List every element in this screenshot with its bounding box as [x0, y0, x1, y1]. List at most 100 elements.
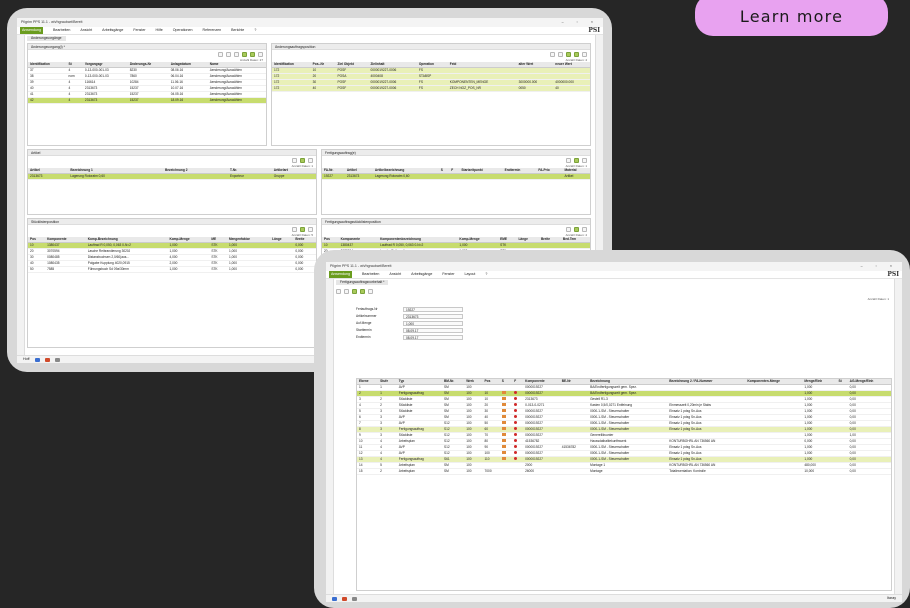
status-flag-icon: [501, 427, 506, 430]
table-cell: Montage: [588, 468, 668, 475]
table-cell: STK: [209, 266, 227, 273]
form-field[interactable]: 08.09.17: [403, 335, 463, 340]
menu-icon[interactable]: [582, 51, 587, 57]
table-cell: [449, 173, 460, 180]
menu-item[interactable]: Arbeitsgänge: [102, 28, 123, 33]
left-dock-strip[interactable]: [326, 279, 334, 594]
grid-icon[interactable]: [566, 51, 571, 57]
status-app-icon[interactable]: [34, 357, 40, 362]
table-cell: 0,000: [293, 266, 316, 273]
refresh-icon[interactable]: [292, 226, 297, 232]
menu-icon[interactable]: [582, 226, 587, 232]
check-icon[interactable]: [360, 288, 365, 294]
menu-item[interactable]: Anwendung: [20, 27, 43, 34]
window-title: Pilgrim PPS 11.1 - wh/hgraubart/Bereit: [330, 264, 392, 268]
menu-icon[interactable]: [308, 157, 313, 163]
panel-toolbar: [28, 156, 316, 164]
menu-item[interactable]: Ansicht: [80, 28, 92, 33]
learn-more-button[interactable]: Learn more: [695, 0, 888, 36]
panel-bom-positions: Stücklistenposition Anzahl Daten: 5 Pos K…: [27, 218, 317, 348]
table-cell: 40: [553, 85, 590, 92]
table-cell: 0000019227-0006: [368, 85, 417, 92]
back-icon[interactable]: [336, 288, 341, 294]
window-titlebar: Pilgrim PPS 11.1 - wh/hgraubart/Bereit –…: [326, 262, 902, 271]
window-controls-icon[interactable]: – ▫ ×: [861, 264, 898, 269]
table-cell: ZECH NOZ_POS_NR: [447, 85, 517, 92]
panel-article: Artikel Anzahl Daten: 1 Artikel Bezeichnu…: [27, 149, 317, 215]
form-field[interactable]: 2313673: [403, 314, 463, 319]
menu-icon[interactable]: [258, 51, 263, 57]
status-app-icon[interactable]: [44, 357, 50, 362]
refresh-icon[interactable]: [566, 226, 571, 232]
menu-item[interactable]: ?: [254, 28, 256, 33]
copy-icon[interactable]: [558, 51, 563, 57]
table-row[interactable]: 15 2 Arbeitsplan SM 100 7000 26000 Montage Total…: [357, 468, 891, 475]
table-cell: 10,000: [802, 468, 837, 475]
menu-item[interactable]: ?: [485, 272, 487, 277]
menu-item[interactable]: Layout: [465, 272, 476, 277]
form-field[interactable]: 08.09.17: [403, 328, 463, 333]
menu-item[interactable]: Ansicht: [389, 272, 401, 277]
grid-icon[interactable]: [574, 226, 579, 232]
status-app-icon[interactable]: [352, 596, 357, 601]
table-cell: 100: [464, 468, 483, 475]
status-app-icon[interactable]: [342, 596, 347, 601]
grid-icon[interactable]: [352, 288, 357, 294]
table-cell: [502, 173, 537, 180]
document-tab[interactable]: Fertigungsauftragsvorbehalt *: [336, 280, 389, 285]
table-cell: 2313673: [28, 173, 69, 180]
table-row[interactable]: 50 7585 Führungsbuch Sd 09a/30mm 1,000 STK 1,…: [28, 266, 316, 273]
status-dot-icon: [514, 445, 518, 448]
form-field[interactable]: 1,000: [403, 321, 463, 326]
menu-item[interactable]: Berichte: [231, 28, 244, 33]
form-label: Artikelnummer: [356, 314, 377, 318]
production-order-table: FA-Nr. Artikel Artikelbezeichnung S F Startze…: [322, 168, 590, 180]
grid-icon[interactable]: [300, 226, 305, 232]
grid-icon[interactable]: [300, 157, 305, 163]
status-app-icon[interactable]: [332, 596, 337, 601]
menu-item[interactable]: Referenzen: [203, 28, 222, 33]
menu-item[interactable]: Fenster: [133, 28, 145, 33]
refresh-icon[interactable]: [218, 51, 223, 57]
copy-icon[interactable]: [226, 51, 231, 57]
menu-item[interactable]: Fenster: [442, 272, 454, 277]
table-row[interactable]: 172 40 POSF 0000019227-0006 FS ZECH NOZ_POS_N…: [272, 85, 590, 92]
menu-item[interactable]: Bearbeiten: [53, 28, 70, 33]
refresh-icon[interactable]: [550, 51, 555, 57]
table-row[interactable]: 2313673 Lagerung Rotoratm 0,60 Exporteur Gr…: [28, 173, 316, 180]
record-count: Anzahl Daten: 1: [867, 297, 889, 301]
window-titlebar: Pilgrim PPS 11.1 - wh/hgraubart/Bereit –…: [17, 18, 603, 27]
menu-icon[interactable]: [368, 288, 373, 294]
table-cell: Führungsbuch Sd 09a/30mm: [85, 266, 168, 273]
grid-icon[interactable]: [574, 157, 579, 163]
learn-more-label: Learn more: [739, 7, 844, 26]
check-icon[interactable]: [574, 51, 579, 57]
table-row[interactable]: 19227 2313673 Lagerung Rotoratm 0,60 Artike…: [322, 173, 590, 180]
right-dock-strip[interactable]: [894, 279, 902, 594]
window-controls-icon[interactable]: – ▫ ×: [562, 20, 599, 25]
table-row[interactable]: 42 4 2313673 15237 18.09.16 Aenderung/Auswähl…: [28, 97, 266, 104]
filter-icon[interactable]: [234, 51, 239, 57]
menu-item[interactable]: Anwendung: [329, 271, 352, 278]
status-flag-icon: [501, 409, 506, 412]
menu-icon[interactable]: [308, 226, 313, 232]
check-icon[interactable]: [250, 51, 255, 57]
refresh-icon[interactable]: [292, 157, 297, 163]
panel-toolbar: [322, 225, 590, 233]
table-cell: 172: [272, 85, 311, 92]
form-field[interactable]: 19227: [403, 307, 463, 312]
status-dot-icon: [514, 439, 518, 442]
menu-icon[interactable]: [582, 157, 587, 163]
refresh-icon[interactable]: [344, 288, 349, 294]
menu-item[interactable]: Bearbeiten: [362, 272, 379, 277]
grid-icon[interactable]: [242, 51, 247, 57]
left-dock-strip[interactable]: [17, 35, 25, 355]
form-label: Endtermin: [356, 335, 371, 339]
menu-item[interactable]: Operationen: [173, 28, 193, 33]
table-cell: POSF: [335, 85, 369, 92]
refresh-icon[interactable]: [566, 157, 571, 163]
menu-item[interactable]: Arbeitsgänge: [411, 272, 432, 277]
status-app-icon[interactable]: [54, 357, 60, 362]
menu-item[interactable]: Hilfe: [156, 28, 163, 33]
document-tab[interactable]: Änderungsvorgänge: [27, 36, 66, 41]
